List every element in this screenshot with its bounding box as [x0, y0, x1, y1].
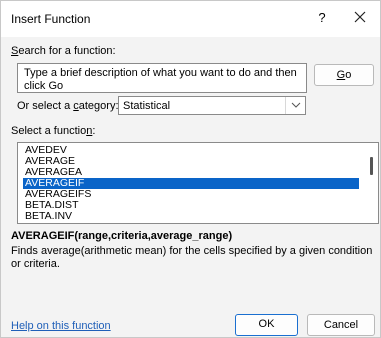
title-bar: Insert Function ?: [1, 1, 380, 37]
category-selected-value: Statistical: [123, 100, 171, 112]
category-select[interactable]: Statistical: [118, 96, 306, 115]
insert-function-dialog: Insert Function ? Search for a function:…: [0, 0, 381, 338]
function-list-item[interactable]: BETA.INV: [23, 211, 359, 222]
go-button[interactable]: Go: [314, 64, 374, 86]
scrollbar-thumb[interactable]: [370, 157, 373, 175]
function-syntax: AVERAGEIF(range,criteria,average_range): [11, 230, 233, 242]
help-on-function-link[interactable]: Help on this function: [11, 320, 111, 332]
search-label: Search for a function:: [11, 45, 116, 57]
dialog-title: Insert Function: [11, 12, 91, 26]
close-button[interactable]: [349, 8, 371, 28]
function-description: Finds average(arithmetic mean) for the c…: [11, 245, 373, 270]
search-input[interactable]: Type a brief description of what you wan…: [17, 63, 307, 93]
category-label: Or select a category:: [17, 100, 119, 112]
cancel-button[interactable]: Cancel: [307, 314, 375, 336]
function-list-label: Select a function:: [11, 125, 96, 137]
ok-button[interactable]: OK: [235, 314, 298, 336]
help-icon: ?: [318, 10, 326, 25]
function-list[interactable]: AVEDEV AVERAGE AVERAGEA AVERAGEIF AVERAGEIFS…: [17, 142, 379, 224]
close-icon: [354, 11, 366, 23]
chevron-down-icon: [291, 102, 300, 108]
help-button[interactable]: ?: [313, 9, 331, 27]
category-dropdown-button[interactable]: [285, 97, 305, 114]
function-list-item[interactable]: BETA.DIST: [23, 200, 359, 211]
